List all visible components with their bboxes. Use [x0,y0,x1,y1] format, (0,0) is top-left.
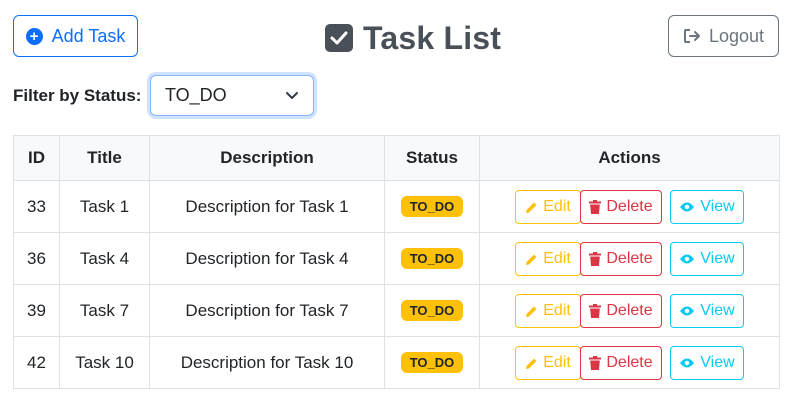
delete-button[interactable]: Delete [580,346,662,380]
page-title: Task List [325,18,501,58]
delete-label: Delete [606,302,653,319]
delete-label: Delete [606,250,653,267]
edit-label: Edit [543,198,571,215]
chevron-down-icon [286,92,298,99]
view-button[interactable]: View [670,242,744,276]
task-description: Description for Task 7 [149,284,385,337]
logout-label: Logout [708,25,765,46]
logout-button[interactable]: Logout [668,15,779,57]
task-id: 36 [13,232,60,285]
plus-circle-icon: + [25,27,43,45]
delete-button[interactable]: Delete [580,242,662,276]
task-description: Description for Task 10 [149,336,385,389]
table-header-row: ID Title Description Status Actions [13,135,780,181]
pencil-icon [526,358,537,369]
view-button[interactable]: View [670,346,744,380]
filter-selected-value: TO_DO [165,85,227,105]
status-badge: TO_DO [400,196,464,217]
edit-label: Edit [543,354,571,371]
table-row: 42 Task 10 Description for Task 10 TO_DO… [13,336,780,389]
task-title: Task 1 [59,180,150,233]
delete-button[interactable]: Delete [580,294,662,328]
eye-icon [680,306,695,316]
table-row: 39 Task 7 Description for Task 7 TO_DO E… [13,284,780,337]
view-label: View [700,354,735,371]
sign-out-icon [683,29,700,43]
edit-button[interactable]: Edit [515,346,581,380]
pencil-icon [526,254,537,265]
trash-icon [589,200,602,214]
edit-label: Edit [543,302,571,319]
task-id: 33 [13,180,60,233]
status-badge: TO_DO [400,300,464,321]
trash-icon [589,304,602,318]
delete-label: Delete [606,198,653,215]
trash-icon [589,356,602,370]
view-label: View [700,302,735,319]
table-row: 33 Task 1 Description for Task 1 TO_DO E… [13,180,780,233]
status-badge: TO_DO [400,248,464,269]
delete-label: Delete [606,354,653,371]
column-header-description: Description [149,135,385,181]
eye-icon [680,358,695,368]
column-header-actions: Actions [479,135,780,181]
task-description: Description for Task 1 [149,180,385,233]
task-description: Description for Task 4 [149,232,385,285]
view-label: View [700,198,735,215]
view-label: View [700,250,735,267]
eye-icon [680,202,695,212]
column-header-title: Title [59,135,150,181]
view-button[interactable]: View [670,190,744,224]
column-header-status: Status [384,135,480,181]
edit-button[interactable]: Edit [515,190,581,224]
add-task-button[interactable]: + Add Task [13,15,138,57]
check-square-icon [325,24,353,52]
page-title-text: Task List [363,19,502,56]
edit-button[interactable]: Edit [515,294,581,328]
view-button[interactable]: View [670,294,744,328]
tasks-table: ID Title Description Status Actions 33 T… [13,135,780,389]
task-title: Task 4 [59,232,150,285]
pencil-icon [526,306,537,317]
task-title: Task 7 [59,284,150,337]
table-row: 36 Task 4 Description for Task 4 TO_DO E… [13,232,780,285]
add-task-label: Add Task [51,25,126,46]
column-header-id: ID [13,135,60,181]
trash-icon [589,252,602,266]
filter-label: Filter by Status: [13,86,142,105]
task-id: 39 [13,284,60,337]
eye-icon [680,254,695,264]
edit-button[interactable]: Edit [515,242,581,276]
task-id: 42 [13,336,60,389]
pencil-icon [526,202,537,213]
delete-button[interactable]: Delete [580,190,662,224]
edit-label: Edit [543,250,571,267]
task-title: Task 10 [59,336,150,389]
status-badge: TO_DO [400,352,464,373]
status-filter-select[interactable]: TO_DO [150,75,314,116]
